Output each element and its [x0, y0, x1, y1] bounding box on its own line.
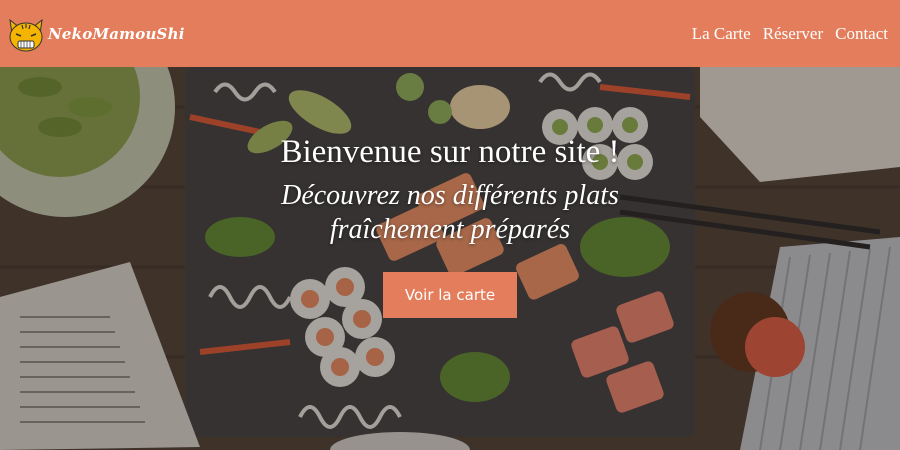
navbar: NekoMamouShi La Carte Réserver Contact	[0, 0, 900, 67]
nav-link-la-carte[interactable]: La Carte	[692, 24, 751, 44]
hero-content: Bienvenue sur notre site ! Découvrez nos…	[0, 67, 900, 450]
hero-subtitle: Découvrez nos différents plats fraîcheme…	[0, 179, 900, 247]
hero-subtitle-line-1: Découvrez nos différents plats	[281, 180, 619, 211]
hero-section: Bienvenue sur notre site ! Découvrez nos…	[0, 67, 900, 450]
nav-link-reserver[interactable]: Réserver	[763, 24, 823, 44]
hero-subtitle-line-2: fraîchement préparés	[329, 214, 571, 245]
hero-title: Bienvenue sur notre site !	[280, 134, 620, 170]
main-nav: La Carte Réserver Contact	[692, 24, 888, 44]
view-menu-button[interactable]: Voir la carte	[383, 272, 517, 318]
brand-name: NekoMamouShi	[48, 24, 185, 43]
nav-link-contact[interactable]: Contact	[835, 24, 888, 44]
cat-face-icon	[9, 18, 43, 51]
brand[interactable]: NekoMamouShi	[6, 14, 185, 54]
